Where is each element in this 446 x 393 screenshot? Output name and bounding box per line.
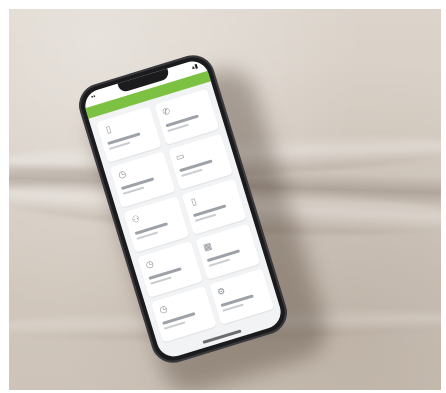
clock-icon: ◷: [158, 303, 169, 316]
clock-icon: ◷: [116, 168, 128, 181]
menu-tile[interactable]: ⚙: [208, 268, 275, 325]
clock-icon: ▪▪: [90, 93, 97, 101]
phone-icon: ✆: [161, 105, 172, 118]
settings-icon: ⚙: [215, 285, 227, 298]
document-icon: ▯: [104, 123, 113, 135]
photo: ▪▪ ▴▮ ▯ ✆ ◷ ▭ ⚇ ▯ ◷ ▦ ◷ ⚙: [9, 9, 441, 390]
card-icon: ▭: [174, 150, 186, 163]
signal-icon: ▴▮: [191, 63, 199, 72]
people-icon: ⚇: [130, 213, 142, 226]
menu-tile[interactable]: ◷: [150, 286, 217, 343]
calendar-icon: ▦: [201, 240, 214, 253]
clock-icon: ◷: [144, 258, 155, 271]
phone-device-icon: ▯: [189, 196, 198, 208]
